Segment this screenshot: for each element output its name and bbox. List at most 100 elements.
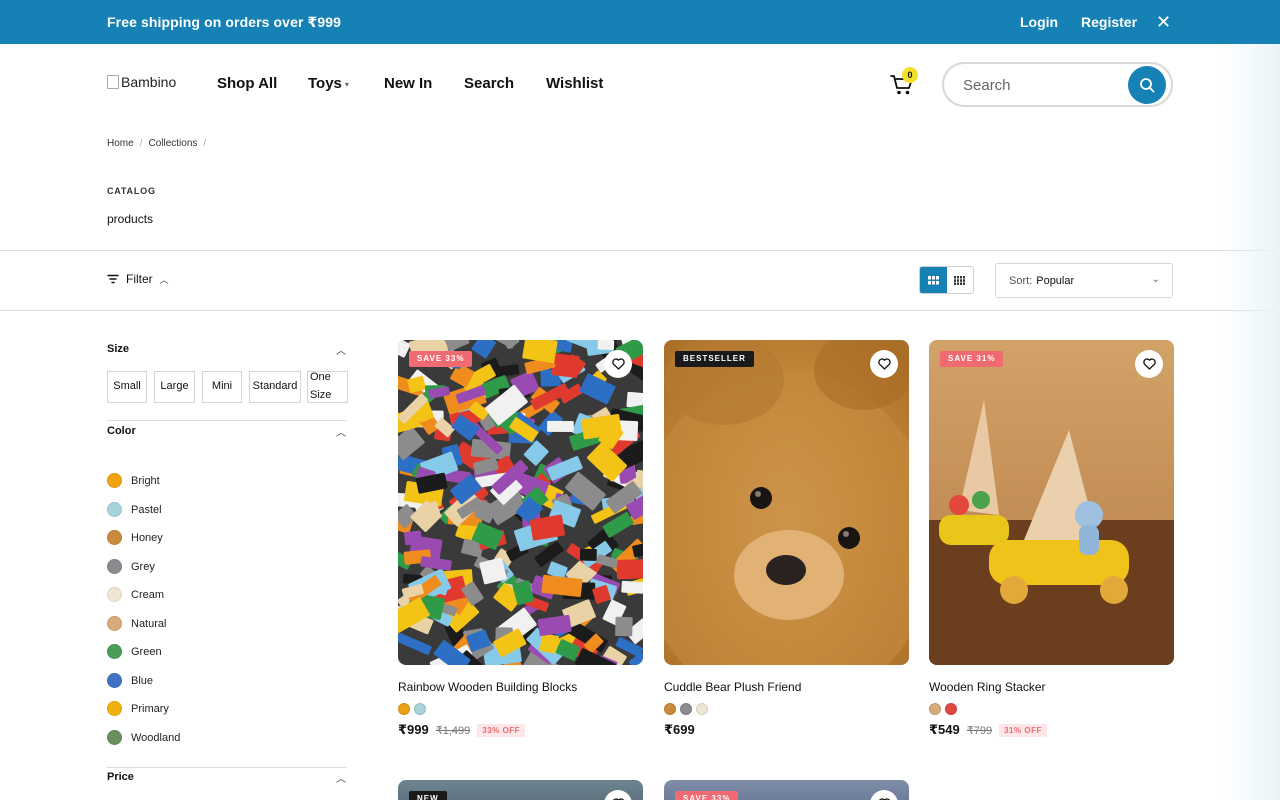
color-label: Bright bbox=[131, 474, 160, 487]
color-option[interactable]: Honey bbox=[107, 530, 163, 545]
product-color-swatches bbox=[664, 703, 909, 715]
product-color-dot[interactable] bbox=[398, 703, 410, 715]
product-card[interactable]: SAVE 33% bbox=[664, 780, 909, 800]
breadcrumb-collections[interactable]: Collections bbox=[148, 138, 197, 149]
nav-toys[interactable]: Toys ▾ bbox=[308, 75, 349, 92]
product-image[interactable]: SAVE 31% bbox=[929, 340, 1174, 665]
sort-value: Popular bbox=[1036, 275, 1075, 287]
breadcrumb: Home / Collections / bbox=[107, 138, 206, 149]
chevron-down-icon: ⌄ bbox=[1151, 274, 1160, 285]
search-button[interactable] bbox=[1128, 66, 1166, 104]
size-option-one-size[interactable]: One Size bbox=[307, 371, 348, 403]
nav-search[interactable]: Search bbox=[464, 75, 514, 92]
product-card[interactable]: BESTSELLER Cuddle Bear Plush Friend ₹699 bbox=[664, 340, 909, 738]
chevron-up-icon: ︿ bbox=[159, 274, 169, 285]
chevron-up-icon[interactable]: ︿ bbox=[336, 424, 346, 439]
product-color-dot[interactable] bbox=[680, 703, 692, 715]
size-facet-title[interactable]: Size bbox=[107, 343, 129, 355]
color-option[interactable]: Woodland bbox=[107, 730, 180, 745]
nav-new-in[interactable]: New In bbox=[384, 75, 432, 92]
caret-down-icon: ▾ bbox=[344, 79, 349, 89]
color-option[interactable]: Primary bbox=[107, 701, 169, 716]
color-option[interactable]: Grey bbox=[107, 559, 155, 574]
grid-view-button[interactable] bbox=[920, 267, 947, 293]
filter-label: Filter bbox=[126, 272, 153, 286]
product-color-dot[interactable] bbox=[929, 703, 941, 715]
color-option[interactable]: Natural bbox=[107, 616, 166, 631]
search-icon bbox=[1140, 78, 1155, 93]
product-color-dot[interactable] bbox=[696, 703, 708, 715]
grid-icon bbox=[927, 275, 939, 284]
color-swatch bbox=[107, 644, 122, 659]
facet-divider bbox=[107, 420, 347, 421]
product-image-art bbox=[398, 340, 643, 665]
close-icon[interactable]: ✕ bbox=[1156, 12, 1171, 33]
product-name[interactable]: Cuddle Bear Plush Friend bbox=[664, 680, 909, 694]
wishlist-button[interactable] bbox=[870, 350, 898, 378]
filter-toggle[interactable]: Filter ︿ bbox=[107, 272, 169, 286]
product-price: ₹549 bbox=[929, 722, 960, 737]
product-color-dot[interactable] bbox=[414, 703, 426, 715]
product-card[interactable]: SAVE 31% Wooden Ring Stacker ₹549 ₹799 31% O… bbox=[929, 340, 1174, 738]
broken-image-icon bbox=[107, 75, 119, 89]
color-option[interactable]: Green bbox=[107, 644, 162, 659]
product-discount-badge: 33% OFF bbox=[477, 723, 526, 737]
color-option[interactable]: Cream bbox=[107, 587, 164, 602]
color-facet-title[interactable]: Color bbox=[107, 425, 136, 437]
product-price: ₹999 bbox=[398, 722, 429, 737]
nav-shop-all[interactable]: Shop All bbox=[217, 75, 277, 92]
product-color-swatches bbox=[398, 703, 643, 715]
size-option-small[interactable]: Small bbox=[107, 371, 147, 403]
product-prices: ₹549 ₹799 31% OFF bbox=[929, 722, 1174, 738]
product-badge: SAVE 33% bbox=[675, 791, 739, 800]
color-label: Honey bbox=[131, 531, 163, 544]
color-option[interactable]: Pastel bbox=[107, 502, 162, 517]
register-link[interactable]: Register bbox=[1081, 14, 1137, 30]
cart-count-badge: 0 bbox=[902, 67, 918, 83]
product-color-swatches bbox=[929, 703, 1174, 715]
breadcrumb-separator: / bbox=[139, 138, 143, 149]
color-label: Grey bbox=[131, 560, 155, 573]
product-prices: ₹699 bbox=[664, 722, 909, 738]
color-option[interactable]: Blue bbox=[107, 673, 153, 688]
product-badge: SAVE 33% bbox=[409, 351, 473, 367]
size-option-large[interactable]: Large bbox=[154, 371, 195, 403]
chevron-up-icon[interactable]: ︿ bbox=[336, 770, 346, 785]
chevron-up-icon[interactable]: ︿ bbox=[336, 342, 346, 357]
color-label: Cream bbox=[131, 588, 165, 601]
product-name[interactable]: Wooden Ring Stacker bbox=[929, 680, 1174, 694]
dense-grid-view-button[interactable] bbox=[947, 267, 974, 293]
wishlist-button[interactable] bbox=[1135, 350, 1163, 378]
product-price: ₹699 bbox=[664, 722, 695, 737]
logo[interactable]: Bambino bbox=[107, 74, 176, 90]
product-card[interactable]: SAVE 33% Rainbow Wooden Building Blocks ₹9… bbox=[398, 340, 643, 738]
color-swatch bbox=[107, 587, 122, 602]
color-swatch bbox=[107, 530, 122, 545]
product-prices: ₹999 ₹1,499 33% OFF bbox=[398, 722, 643, 738]
product-image[interactable]: BESTSELLER bbox=[664, 340, 909, 665]
wishlist-button[interactable] bbox=[604, 350, 632, 378]
search-input[interactable] bbox=[963, 74, 1113, 96]
size-option-mini[interactable]: Mini bbox=[202, 371, 242, 403]
price-facet-title[interactable]: Price bbox=[107, 771, 134, 783]
color-option[interactable]: Bright bbox=[107, 473, 160, 488]
sort-select[interactable]: Sort: Popular ⌄ bbox=[995, 263, 1173, 298]
wishlist-button[interactable] bbox=[870, 790, 898, 800]
product-card[interactable]: NEW bbox=[398, 780, 643, 800]
site-header: Bambino Shop All Toys ▾ New In Search Wis… bbox=[0, 44, 1280, 124]
dense-grid-icon bbox=[954, 275, 966, 285]
wishlist-button[interactable] bbox=[604, 790, 632, 800]
color-swatch bbox=[107, 473, 122, 488]
product-image[interactable]: SAVE 33% bbox=[398, 340, 643, 665]
heart-icon bbox=[611, 358, 625, 370]
size-option-standard[interactable]: Standard bbox=[249, 371, 301, 403]
color-label: Primary bbox=[131, 702, 169, 715]
nav-wishlist[interactable]: Wishlist bbox=[546, 75, 603, 92]
product-compare-price: ₹799 bbox=[966, 724, 993, 737]
login-link[interactable]: Login bbox=[1020, 14, 1058, 30]
product-name[interactable]: Rainbow Wooden Building Blocks bbox=[398, 680, 643, 694]
breadcrumb-home[interactable]: Home bbox=[107, 138, 134, 149]
product-color-dot[interactable] bbox=[664, 703, 676, 715]
product-color-dot[interactable] bbox=[945, 703, 957, 715]
search-box bbox=[942, 62, 1173, 107]
